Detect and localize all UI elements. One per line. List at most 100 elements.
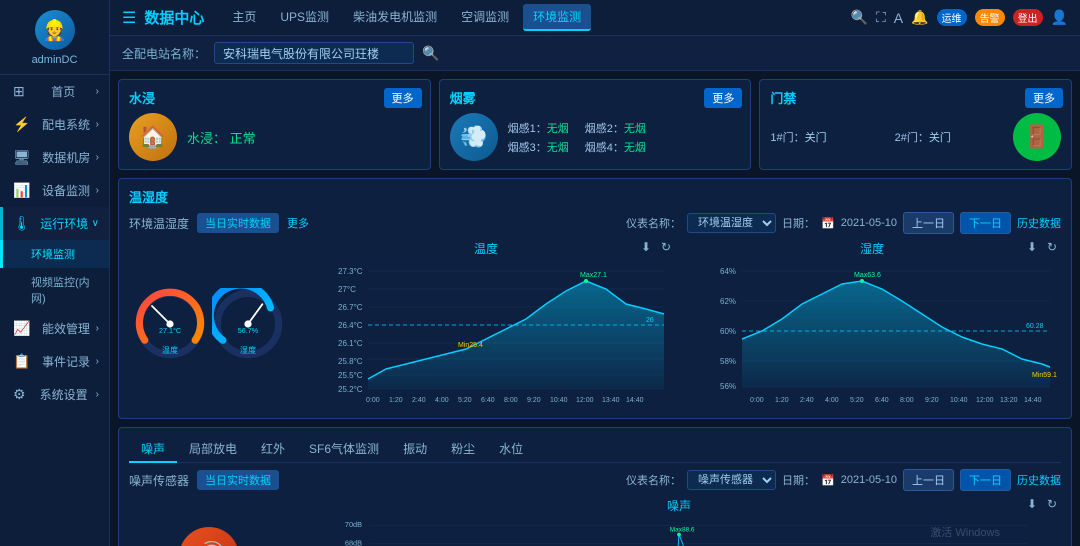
hamburger-icon[interactable]: ☰ — [122, 8, 136, 28]
events-icon: 📋 — [13, 353, 30, 370]
svg-text:Max88.6: Max88.6 — [670, 527, 695, 534]
th-more-button[interactable]: 更多 — [287, 215, 309, 231]
tab-sf6[interactable]: SF6气体监测 — [297, 436, 391, 463]
tab-vibration[interactable]: 振动 — [391, 436, 439, 463]
svg-text:13:20: 13:20 — [1000, 397, 1018, 404]
svg-text:5:20: 5:20 — [458, 397, 472, 404]
svg-text:26.4°C: 26.4°C — [338, 321, 363, 330]
bell-icon[interactable]: 🔔 — [911, 9, 928, 26]
noise-download-icon[interactable]: ⬇ — [1027, 497, 1037, 511]
noise-history-link[interactable]: 历史数据 — [1017, 472, 1061, 488]
main-content: ☰ 数据中心 主页 UPS监测 柴油发电机监测 空调监测 环境监测 🔍 ⛶ A … — [110, 0, 1080, 546]
smoke-more-button[interactable]: 更多 — [704, 88, 742, 108]
datacenter-icon: 🖥 — [13, 149, 31, 166]
station-input[interactable] — [214, 42, 414, 64]
tab-ups[interactable]: UPS监测 — [270, 4, 339, 31]
temp-chart-svg: 27.3°C 27°C 26.7°C 26.4°C 26.1°C 25.8°C … — [297, 259, 675, 409]
fullscreen-icon[interactable]: ⛶ — [876, 9, 886, 26]
search-icon[interactable]: 🔍 — [851, 9, 868, 26]
th-controls-right: 仪表名称： 环境温湿度 日期： 📅 2021-05-10 上一日 下一日 历史数… — [626, 212, 1061, 234]
sidebar-item-equipment[interactable]: 📊 设备监测 › — [0, 174, 109, 207]
svg-text:70dB: 70dB — [345, 520, 362, 529]
noise-prev-day-button[interactable]: 上一日 — [903, 469, 954, 491]
sidebar-item-energy[interactable]: 📈 能效管理 › — [0, 312, 109, 345]
noise-refresh-icon[interactable]: ↻ — [1047, 497, 1057, 511]
chevron-icon-env: ∨ — [92, 218, 99, 229]
smoke-item-1: 烟感1：无烟 — [508, 120, 569, 136]
status-cards: 水浸 更多 🏠 水浸： 正常 烟雾 更多 💨 — [118, 79, 1072, 170]
water-content: 🏠 水浸： 正常 — [129, 113, 420, 161]
svg-text:27.1°C: 27.1°C — [159, 326, 181, 335]
tab-infrared[interactable]: 红外 — [249, 436, 297, 463]
sidebar-label-home: 首页 — [51, 83, 75, 100]
tab-ac[interactable]: 空调监测 — [451, 4, 519, 31]
noise-content: 🔊 噪声：65.4dB 噪声 ⬇ ↻ 70dB 68dB 66dB 64dB 6… — [129, 497, 1061, 546]
topbar-tabs: 主页 UPS监测 柴油发电机监测 空调监测 环境监测 — [222, 4, 842, 31]
sidebar-subitem-env-monitor[interactable]: 环境监测 — [0, 240, 109, 268]
svg-text:Min59.1: Min59.1 — [1032, 372, 1057, 379]
sidebar: 👷 adminDC ⊞ 首页 › ⚡ 配电系统 › 🖥 数据机房 › 📊 设备监… — [0, 0, 110, 546]
svg-text:25.2°C: 25.2°C — [338, 385, 363, 394]
history-link[interactable]: 历史数据 — [1017, 215, 1061, 231]
noise-controls-right: 仪表名称： 噪声传感器 日期： 📅 2021-05-10 上一日 下一日 历史数… — [626, 469, 1061, 491]
smoke-item-4: 烟感4：无烟 — [585, 139, 646, 155]
font-icon[interactable]: A — [894, 10, 903, 26]
temp-gauge: 温度 27.1°C — [134, 288, 206, 363]
station-search-button[interactable]: 🔍 — [422, 45, 439, 62]
date-value: 2021-05-10 — [841, 217, 897, 229]
sidebar-label-equipment: 设备监测 — [42, 182, 90, 199]
svg-text:60.28: 60.28 — [1026, 323, 1044, 330]
noise-tabs: 噪声 局部放电 红外 SF6气体监测 振动 粉尘 水位 — [129, 436, 1061, 463]
noise-sensor-select[interactable]: 噪声传感器 — [687, 470, 776, 490]
sidebar-item-events[interactable]: 📋 事件记录 › — [0, 345, 109, 378]
sidebar-item-environment[interactable]: 🌡 运行环境 ∨ — [0, 207, 109, 240]
tab-environment[interactable]: 环境监测 — [523, 4, 591, 31]
humid-refresh-icon[interactable]: ↻ — [1047, 240, 1057, 254]
svg-text:26.1°C: 26.1°C — [338, 339, 363, 348]
equipment-icon: 📊 — [13, 182, 30, 199]
svg-text:25.5°C: 25.5°C — [338, 371, 363, 380]
user-icon[interactable]: 👤 — [1051, 9, 1068, 26]
door-more-button[interactable]: 更多 — [1025, 88, 1063, 108]
sidebar-item-settings[interactable]: ⚙ 系统设置 › — [0, 378, 109, 411]
svg-text:4:00: 4:00 — [825, 397, 839, 404]
tab-home[interactable]: 主页 — [222, 4, 266, 31]
svg-text:8:00: 8:00 — [504, 397, 518, 404]
tab-diesel[interactable]: 柴油发电机监测 — [343, 4, 447, 31]
humid-gauge-svg: 湿度 56.7% — [212, 288, 284, 360]
svg-text:64%: 64% — [720, 267, 736, 276]
noise-sensor-label: 仪表名称： — [626, 472, 681, 488]
svg-text:14:40: 14:40 — [626, 397, 644, 404]
sidebar-item-datacenter[interactable]: 🖥 数据机房 › — [0, 141, 109, 174]
next-day-button[interactable]: 下一日 — [960, 212, 1011, 234]
sensor-select[interactable]: 环境温湿度 — [687, 213, 776, 233]
temp-download-icon[interactable]: ⬇ — [641, 240, 651, 254]
smoke-title: 烟雾 — [450, 88, 741, 107]
smoke-card: 烟雾 更多 💨 烟感1：无烟 烟感2：无烟 烟感3：无烟 烟感4：无烟 — [439, 79, 752, 170]
humid-chart-svg: 64% 62% 60% 58% 56% 60.28 — [683, 259, 1061, 409]
svg-text:温度: 温度 — [162, 344, 178, 354]
environment-icon: 🌡 — [13, 215, 31, 232]
tab-noise[interactable]: 噪声 — [129, 436, 177, 463]
watermark: 激活 Windows — [930, 524, 1000, 540]
tab-partial-discharge[interactable]: 局部放电 — [177, 436, 249, 463]
humid-download-icon[interactable]: ⬇ — [1027, 240, 1037, 254]
sidebar-item-home[interactable]: ⊞ 首页 › — [0, 75, 109, 108]
temp-refresh-icon[interactable]: ↻ — [661, 240, 671, 254]
prev-day-button[interactable]: 上一日 — [903, 212, 954, 234]
settings-icon: ⚙ — [13, 386, 26, 403]
temp-chart-title: 温度 — [297, 240, 675, 257]
svg-text:68dB: 68dB — [345, 539, 362, 546]
water-status: 水浸： 正常 — [187, 128, 256, 147]
svg-text:Max63.6: Max63.6 — [854, 272, 881, 279]
chevron-icon-equipment: › — [96, 185, 99, 196]
tab-water-level[interactable]: 水位 — [487, 436, 535, 463]
water-more-button[interactable]: 更多 — [384, 88, 422, 108]
noise-chart-title: 噪声 — [297, 497, 1061, 514]
sidebar-subitem-video[interactable]: 视频监控(内网) — [0, 268, 109, 312]
tab-dust[interactable]: 粉尘 — [439, 436, 487, 463]
noise-next-day-button[interactable]: 下一日 — [960, 469, 1011, 491]
chevron-icon-events: › — [96, 356, 99, 367]
smoke-grid: 烟感1：无烟 烟感2：无烟 烟感3：无烟 烟感4：无烟 — [508, 120, 646, 155]
sidebar-item-power[interactable]: ⚡ 配电系统 › — [0, 108, 109, 141]
